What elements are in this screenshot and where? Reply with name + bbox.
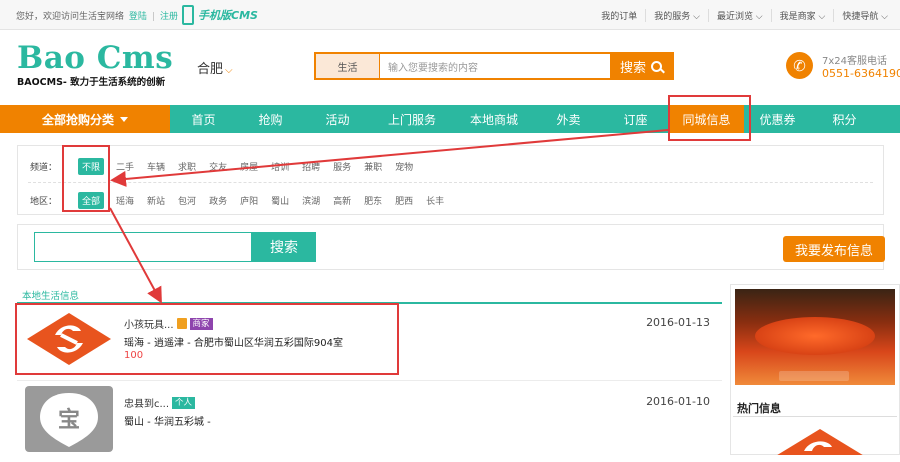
personal-badge: 个人 — [172, 396, 196, 409]
channel-option[interactable]: 服务 — [333, 160, 364, 173]
highlight-box-listing — [15, 303, 399, 375]
top-links: 我的订单 我的服务 ⌵ 最近浏览 ⌵ 我是商家 ⌵ 快捷导航 ⌵ — [593, 9, 896, 22]
region-option[interactable]: 肥西 — [395, 194, 426, 207]
highlight-box-city-info — [668, 95, 751, 141]
main-search: 生活 输入您要搜索的内容 搜索 — [314, 52, 674, 80]
nav-item-activities[interactable]: 活动 — [304, 105, 371, 133]
my-services-menu[interactable]: 我的服务 ⌵ — [645, 9, 708, 22]
placeholder-logo-icon: 宝 — [40, 393, 98, 447]
caret-down-icon — [120, 116, 128, 122]
register-link[interactable]: 注册 — [160, 12, 178, 22]
hot-info-divider — [733, 416, 897, 417]
filter-divider — [28, 182, 873, 183]
search-button[interactable]: 搜索 — [610, 54, 672, 78]
phone-icon: ✆ — [786, 52, 813, 79]
publish-info-button[interactable]: 我要发布信息 — [783, 236, 885, 262]
hot-info-title: 热门信息 — [737, 402, 781, 415]
channel-option[interactable]: 培训 — [271, 160, 302, 173]
nav-item-flash-sale[interactable]: 抢购 — [237, 105, 304, 133]
ad-text-block — [779, 371, 849, 381]
placeholder-glyph: 宝 — [58, 407, 80, 433]
city-name: 合肥 — [197, 62, 224, 77]
filter-panel: 频道： 不限 二手 车辆 求职 交友 房屋 培训 招聘 服务 兼职 宠物 地区：… — [17, 145, 884, 215]
list-divider — [17, 380, 722, 381]
nav-item-home-service[interactable]: 上门服务 — [371, 105, 453, 133]
region-option[interactable]: 蜀山 — [271, 194, 302, 207]
mobile-version-link[interactable]: 手机版CMS — [182, 4, 258, 26]
region-option[interactable]: 长丰 — [426, 194, 457, 207]
all-categories-menu[interactable]: 全部抢购分类 — [0, 105, 170, 133]
all-categories-label: 全部抢购分类 — [41, 112, 114, 127]
mobile-phone-icon — [182, 5, 194, 25]
region-option[interactable]: 包河 — [178, 194, 209, 207]
list-item[interactable]: 宝 忠县到c... 个人 蜀山 - 华润五彩城 - 2016-01-10 — [17, 382, 722, 462]
info-search-button[interactable]: 搜索 — [252, 232, 316, 262]
region-option[interactable]: 肥东 — [364, 194, 395, 207]
region-option[interactable]: 庐阳 — [240, 194, 271, 207]
listing-title[interactable]: 忠县到c... 个人 — [124, 395, 196, 410]
region-option[interactable]: 政务 — [209, 194, 240, 207]
channel-option[interactable]: 房屋 — [240, 160, 271, 173]
channel-option[interactable]: 招聘 — [302, 160, 333, 173]
listing-address: 蜀山 - 华润五彩城 - — [124, 417, 211, 428]
listing-date: 2016-01-10 — [646, 395, 710, 408]
login-link[interactable]: 登陆 — [129, 12, 147, 22]
nav-item-home[interactable]: 首页 — [170, 105, 237, 133]
service-phone: 0551-63641901 — [822, 67, 900, 80]
nav-item-points[interactable]: 积分 — [811, 105, 878, 133]
info-search-bar: 搜索 我要发布信息 — [17, 224, 885, 270]
region-option[interactable]: 滨湖 — [302, 194, 333, 207]
brand-logo-icon — [777, 429, 863, 455]
region-option[interactable]: 高新 — [333, 194, 364, 207]
quick-nav-menu[interactable]: 快捷导航 ⌵ — [833, 9, 896, 22]
listing-thumbnail[interactable]: 宝 — [25, 386, 113, 452]
nav-item-reservation[interactable]: 订座 — [602, 105, 669, 133]
mobile-version-label: 手机版CMS — [198, 9, 258, 22]
listing-title-text: 忠县到c... — [124, 399, 170, 410]
city-selector[interactable]: 合肥 ⌵ — [197, 58, 233, 77]
hot-info-thumbnail[interactable] — [770, 425, 870, 455]
listing-date: 2016-01-13 — [646, 316, 710, 329]
separator: | — [151, 12, 155, 22]
top-bar: 您好，欢迎访问生活宝网络 登陆 | 注册 手机版CMS 我的订单 我的服务 ⌵ 最近… — [0, 0, 900, 30]
channel-option[interactable]: 交友 — [209, 160, 240, 173]
recent-views-menu[interactable]: 最近浏览 ⌵ — [707, 9, 771, 22]
region-option[interactable]: 瑶海 — [116, 194, 147, 207]
search-icon — [651, 60, 662, 72]
section-title: 本地生活信息 — [22, 291, 80, 302]
service-label: 7x24客服电话 — [822, 56, 888, 67]
channel-option[interactable]: 二手 — [116, 160, 147, 173]
logo-slogan: BAOCMS- 致力于生活系统的创新 — [17, 77, 166, 88]
merchant-menu[interactable]: 我是商家 ⌵ — [770, 9, 834, 22]
main-nav: 全部抢购分类 首页 抢购 活动 上门服务 本地商城 外卖 订座 同城信息 优惠券… — [0, 105, 900, 133]
search-button-label: 搜索 — [619, 60, 646, 76]
info-search-input[interactable] — [34, 232, 252, 262]
highlight-box-filters — [62, 145, 110, 212]
nav-item-takeout[interactable]: 外卖 — [535, 105, 602, 133]
welcome-text: 您好，欢迎访问生活宝网络 登陆 | 注册 — [16, 9, 180, 22]
welcome-message: 您好，欢迎访问生活宝网络 — [16, 12, 125, 22]
channel-option[interactable]: 宠物 — [395, 160, 426, 173]
ad-image — [755, 317, 875, 355]
my-orders-link[interactable]: 我的订单 — [593, 9, 645, 22]
search-category-select[interactable]: 生活 — [316, 54, 380, 78]
nav-item-local-mall[interactable]: 本地商城 — [453, 105, 535, 133]
chevron-down-icon: ⌵ — [225, 65, 233, 76]
channel-option[interactable]: 求职 — [178, 160, 209, 173]
site-logo[interactable]: Bao Cms BAOCMS- 致力于生活系统的创新 — [17, 42, 173, 88]
region-option[interactable]: 新站 — [147, 194, 178, 207]
search-input[interactable]: 输入您要搜索的内容 — [380, 54, 610, 78]
nav-item-coupons[interactable]: 优惠券 — [744, 105, 811, 133]
channel-option[interactable]: 车辆 — [147, 160, 178, 173]
logo-text: Bao Cms — [17, 40, 174, 76]
channel-option[interactable]: 兼职 — [364, 160, 395, 173]
sidebar-ad-banner[interactable] — [735, 289, 895, 385]
